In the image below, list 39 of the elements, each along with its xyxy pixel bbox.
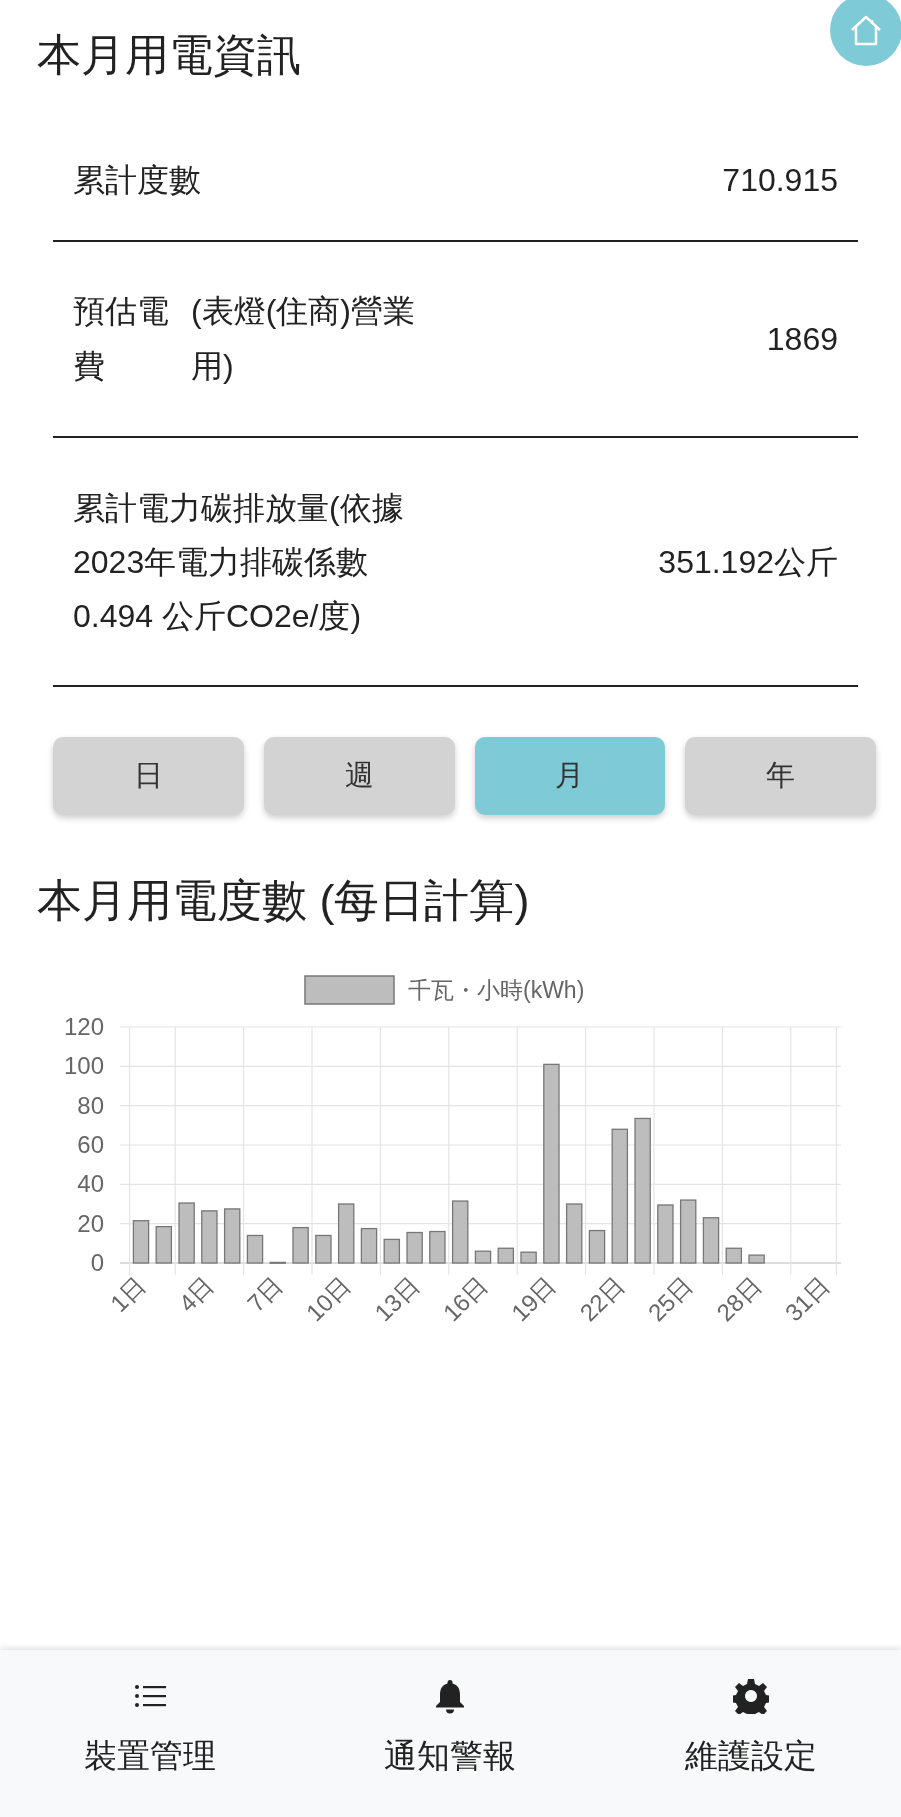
x-tick-label: 25日 — [642, 1271, 698, 1327]
y-tick-label: 100 — [63, 1052, 104, 1080]
period-tab[interactable]: 月 — [474, 737, 666, 815]
summary-value: 1869 — [766, 320, 838, 359]
page-title: 本月用電資訊 — [37, 30, 301, 80]
settings-icon — [732, 1678, 769, 1714]
x-tick-label: 10日 — [300, 1271, 356, 1327]
summary-note: (表燈(住商)營業用) — [191, 292, 416, 386]
x-tick-label: 1日 — [105, 1271, 151, 1317]
summary-value: 710.915 — [722, 161, 838, 200]
summary-label: 預估電費 — [73, 292, 170, 386]
y-tick-label: 20 — [77, 1209, 104, 1237]
x-tick-label: 7日 — [241, 1271, 288, 1317]
y-tick-label: 40 — [77, 1170, 104, 1198]
chart-title: 本月用電度數 (每日計算) — [37, 874, 530, 928]
summary-value: 351.192公斤 — [658, 542, 838, 582]
x-tick-label: 22日 — [574, 1271, 630, 1327]
nav-item[interactable]: 裝置管理 — [0, 1650, 301, 1817]
legend-label: 千瓦・小時(kWh) — [408, 977, 585, 1003]
x-tick-label: 31日 — [779, 1271, 835, 1327]
x-tick-label: 13日 — [369, 1271, 425, 1327]
nav-item[interactable]: 通知警報 — [300, 1650, 601, 1817]
bell-icon — [434, 1678, 467, 1714]
period-tab[interactable]: 週 — [263, 737, 455, 815]
home-icon — [849, 14, 883, 46]
x-tick-label: 28日 — [711, 1271, 767, 1327]
x-tick-label: 16日 — [437, 1271, 493, 1327]
y-tick-label: 80 — [77, 1091, 104, 1119]
x-tick-label: 19日 — [506, 1271, 561, 1327]
y-tick-label: 0 — [90, 1249, 104, 1276]
nav-item[interactable]: 維護設定 — [600, 1650, 901, 1817]
summary-label: 累計電力碳排放量(依據2023年電力排碳係數0.494 公斤CO2e/度) — [73, 488, 405, 636]
list-icon — [134, 1684, 167, 1708]
period-tab[interactable]: 年 — [685, 737, 876, 815]
period-tab[interactable]: 日 — [53, 737, 244, 815]
y-tick-label: 120 — [63, 1013, 104, 1040]
x-tick-label: 4日 — [173, 1271, 219, 1317]
y-tick-label: 60 — [77, 1131, 104, 1158]
summary-label: 累計度數 — [73, 161, 202, 200]
